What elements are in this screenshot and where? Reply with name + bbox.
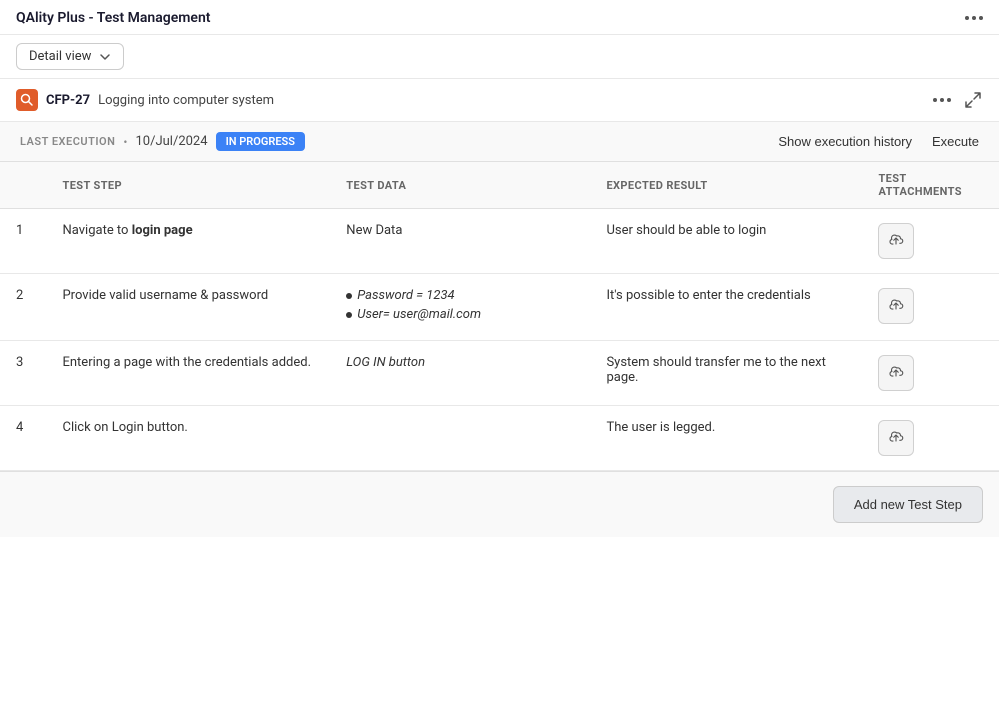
issue-title: Logging into computer system xyxy=(98,93,274,108)
upload-icon xyxy=(887,232,905,250)
bullet-dot xyxy=(346,312,352,318)
col-attach-header: TEST ATTACHMENTS xyxy=(862,162,999,209)
issue-menu-button[interactable] xyxy=(933,98,951,102)
upload-icon xyxy=(887,364,905,382)
table-row: 4 Click on Login button. The user is leg… xyxy=(0,406,999,471)
header-menu-button[interactable] xyxy=(965,16,983,20)
execution-date: 10/Jul/2024 xyxy=(135,134,207,149)
expand-icon[interactable] xyxy=(963,90,983,110)
test-data-cell: Password = 1234 User= user@mail.com xyxy=(330,274,590,341)
col-step-header: TEST STEP xyxy=(46,162,330,209)
app-header: QAlity Plus - Test Management xyxy=(0,0,999,35)
list-item: User= user@mail.com xyxy=(346,307,574,322)
issue-id: CFP-27 xyxy=(46,93,90,108)
expected-result-cell: System should transfer me to the next pa… xyxy=(590,341,862,406)
add-test-step-button[interactable]: Add new Test Step xyxy=(833,486,983,523)
italic-data: LOG IN button xyxy=(346,355,425,370)
issue-bar: CFP-27 Logging into computer system xyxy=(0,79,999,122)
view-selector[interactable]: Detail view xyxy=(16,43,124,70)
row-number: 1 xyxy=(0,209,46,274)
test-data-cell xyxy=(330,406,590,471)
table-row: 2 Provide valid username & password Pass… xyxy=(0,274,999,341)
execution-left: LAST EXECUTION • 10/Jul/2024 IN PROGRESS xyxy=(20,132,305,151)
show-history-button[interactable]: Show execution history xyxy=(778,134,912,149)
expected-result-cell: The user is legged. xyxy=(590,406,862,471)
test-step-cell: Navigate to login page xyxy=(46,209,330,274)
table-body: 1 Navigate to login page New Data User s… xyxy=(0,209,999,471)
bullet-list: Password = 1234 User= user@mail.com xyxy=(346,288,574,322)
table-row: 3 Entering a page with the credentials a… xyxy=(0,341,999,406)
test-data-cell: New Data xyxy=(330,209,590,274)
col-result-header: EXPECTED RESULT xyxy=(590,162,862,209)
upload-button[interactable] xyxy=(878,420,914,456)
chevron-down-icon xyxy=(99,51,111,63)
test-attachments-cell xyxy=(862,274,999,341)
table-row: 1 Navigate to login page New Data User s… xyxy=(0,209,999,274)
test-step-cell: Provide valid username & password xyxy=(46,274,330,341)
test-table: TEST STEP TEST DATA EXPECTED RESULT TEST… xyxy=(0,162,999,471)
upload-button[interactable] xyxy=(878,288,914,324)
issue-actions xyxy=(933,90,983,110)
col-num-header xyxy=(0,162,46,209)
footer: Add new Test Step xyxy=(0,471,999,537)
upload-icon xyxy=(887,429,905,447)
row-number: 3 xyxy=(0,341,46,406)
expected-result-cell: It's possible to enter the credentials xyxy=(590,274,862,341)
toolbar: Detail view xyxy=(0,35,999,79)
table-header: TEST STEP TEST DATA EXPECTED RESULT TEST… xyxy=(0,162,999,209)
execution-separator: • xyxy=(123,135,127,149)
bullet-text: Password = 1234 xyxy=(357,288,454,303)
test-step-cell: Click on Login button. xyxy=(46,406,330,471)
test-attachments-cell xyxy=(862,341,999,406)
test-attachments-cell xyxy=(862,209,999,274)
step-bold-text: login page xyxy=(132,223,193,238)
bullet-text: User= user@mail.com xyxy=(357,307,481,322)
execution-bar: LAST EXECUTION • 10/Jul/2024 IN PROGRESS… xyxy=(0,122,999,162)
bullet-dot xyxy=(346,293,352,299)
expected-result-cell: User should be able to login xyxy=(590,209,862,274)
issue-type-icon xyxy=(16,89,38,111)
execution-right: Show execution history Execute xyxy=(778,134,979,149)
upload-button[interactable] xyxy=(878,355,914,391)
test-attachments-cell xyxy=(862,406,999,471)
col-data-header: TEST DATA xyxy=(330,162,590,209)
issue-left: CFP-27 Logging into computer system xyxy=(16,89,274,111)
test-data-cell: LOG IN button xyxy=(330,341,590,406)
list-item: Password = 1234 xyxy=(346,288,574,303)
row-number: 4 xyxy=(0,406,46,471)
row-number: 2 xyxy=(0,274,46,341)
upload-icon xyxy=(887,297,905,315)
status-badge: IN PROGRESS xyxy=(216,132,305,151)
execute-button[interactable]: Execute xyxy=(932,134,979,149)
upload-button[interactable] xyxy=(878,223,914,259)
last-execution-label: LAST EXECUTION xyxy=(20,135,115,148)
app-title: QAlity Plus - Test Management xyxy=(16,10,211,26)
search-icon xyxy=(20,93,34,107)
view-label: Detail view xyxy=(29,49,91,64)
test-step-cell: Entering a page with the credentials add… xyxy=(46,341,330,406)
